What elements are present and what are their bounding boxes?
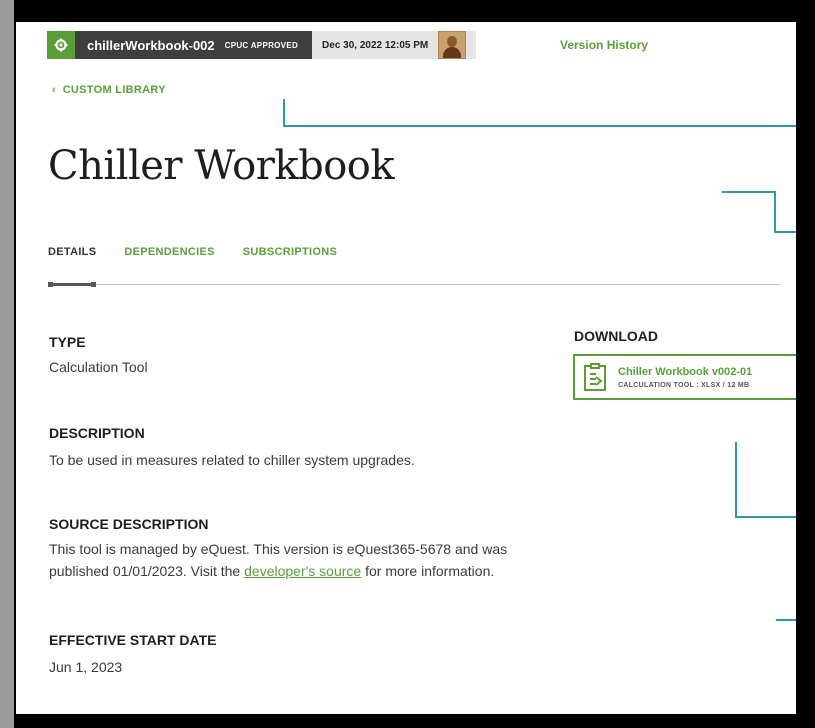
version-history-link[interactable]: Version History <box>560 38 648 52</box>
connector-line <box>722 191 776 193</box>
active-tab-indicator <box>48 282 96 287</box>
connector-line <box>774 231 796 233</box>
source-description-heading: SOURCE DESCRIPTION <box>49 516 209 532</box>
connector-line <box>735 442 737 518</box>
download-file-button[interactable]: Chiller Workbook v002-01 CALCULATION TOO… <box>573 354 803 400</box>
source-line-2-end: for more information. <box>361 563 495 579</box>
connector-line <box>283 99 285 127</box>
developer-source-link[interactable]: developer's source <box>244 563 361 579</box>
source-description-text: This tool is managed by eQuest. This ver… <box>49 538 507 582</box>
workbook-id-block: chillerWorkbook-002 CPUC APPROVED <box>75 31 313 59</box>
gear-icon[interactable] <box>47 31 75 59</box>
spreadsheet-file-icon <box>584 363 606 391</box>
right-frame-edge <box>796 0 815 728</box>
tab-dependencies[interactable]: DEPENDENCIES <box>124 246 214 258</box>
effective-start-date-heading: EFFECTIVE START DATE <box>49 632 217 648</box>
download-file-name: Chiller Workbook v002-01 <box>618 365 753 378</box>
description-heading: DESCRIPTION <box>49 425 145 441</box>
tab-divider <box>48 284 780 285</box>
avatar <box>438 31 467 59</box>
source-line-2-start: published 01/01/2023. Visit the <box>49 563 245 579</box>
connector-line <box>776 619 796 621</box>
tab-subscriptions[interactable]: SUBSCRIPTIONS <box>243 246 337 258</box>
download-file-info: Chiller Workbook v002-01 CALCULATION TOO… <box>618 366 752 389</box>
source-line-1: This tool is managed by eQuest. This ver… <box>49 541 508 557</box>
left-edge-strip <box>0 0 14 728</box>
download-file-meta: CALCULATION TOOL : XLSX / 12 MB <box>618 381 750 389</box>
tab-details[interactable]: DETAILS <box>48 246 96 258</box>
workbook-header-bar: chillerWorkbook-002 CPUC APPROVED Dec 30… <box>47 31 477 59</box>
timestamp-block: Dec 30, 2022 12:05 PM <box>312 31 477 59</box>
page-title: Chiller Workbook <box>48 143 395 189</box>
chevron-left-icon: ‹ <box>52 84 63 96</box>
tab-bar: DETAILS DEPENDENCIES SUBSCRIPTIONS <box>48 246 337 258</box>
type-heading: TYPE <box>49 334 86 350</box>
source-line-2: published 01/01/2023. Visit the develope… <box>49 560 507 582</box>
description-value: To be used in measures related to chille… <box>49 452 415 468</box>
type-value: Calculation Tool <box>49 359 148 375</box>
download-heading: DOWNLOAD <box>574 328 658 344</box>
breadcrumb-label: CUSTOM LIBRARY <box>62 84 166 96</box>
effective-start-date-value: Jun 1, 2023 <box>49 659 123 675</box>
connector-line <box>735 516 796 518</box>
breadcrumb[interactable]: ‹ CUSTOM LIBRARY <box>52 84 166 96</box>
connector-line <box>283 125 796 127</box>
approval-badge: CPUC APPROVED <box>224 40 299 50</box>
workbook-id: chillerWorkbook-002 <box>87 37 215 53</box>
timestamp: Dec 30, 2022 12:05 PM <box>322 39 429 51</box>
connector-line <box>774 191 776 233</box>
